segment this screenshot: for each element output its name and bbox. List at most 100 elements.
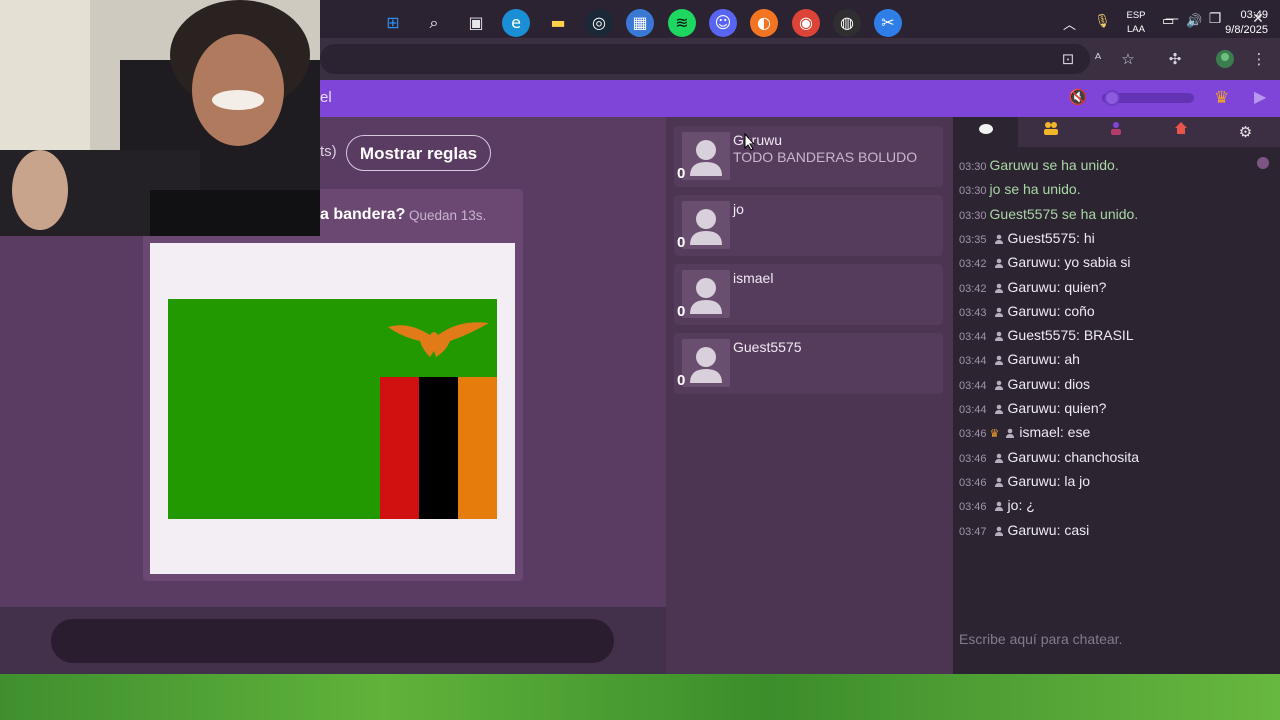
search-icon[interactable]: ⌕	[420, 9, 448, 37]
chat-system-text: jo se ha unido.	[989, 181, 1081, 198]
chat-username[interactable]: Garuwu	[1008, 522, 1057, 538]
chat-username[interactable]: jo	[1008, 497, 1019, 513]
snipping-tool-icon[interactable]: ✂	[874, 9, 902, 37]
player-card-jo[interactable]: 0 jo	[674, 195, 943, 256]
translate-icon[interactable]: ᴬ	[1087, 48, 1109, 70]
zambia-flag-image	[168, 299, 497, 519]
avatar	[682, 270, 730, 318]
language-code: ESP	[1126, 10, 1146, 21]
chat-username[interactable]: Garuwu	[1008, 254, 1057, 270]
user-icon	[990, 497, 1008, 513]
task-view-icon[interactable]: ▣	[462, 9, 490, 37]
user-silhouette-icon	[690, 209, 722, 245]
chat-system-text: Guest5575 se ha unido.	[989, 205, 1139, 222]
chat-text: la jo	[1064, 472, 1091, 489]
windows-start-icon[interactable]: ⊞	[379, 9, 407, 37]
chat-timestamp: 03:46	[959, 428, 987, 441]
spotify-icon[interactable]: ≋	[668, 9, 696, 37]
chat-username[interactable]: Garuwu	[1008, 351, 1057, 367]
profile-avatar	[1216, 50, 1234, 68]
volume-slider-handle[interactable]	[1103, 90, 1120, 106]
chat-timestamp: 03:35	[959, 233, 987, 246]
chat-text: ese	[1067, 424, 1091, 441]
chat-text: ah	[1064, 351, 1080, 368]
show-rules-button[interactable]: Mostrar reglas	[346, 135, 491, 171]
chat-tab[interactable]	[953, 117, 1018, 147]
user-icon	[990, 376, 1008, 392]
language-indicator[interactable]: ESP LAA	[1124, 9, 1148, 37]
crown-icon: ♛	[989, 428, 1000, 441]
chat-username[interactable]: Guest5575	[1008, 230, 1077, 246]
chat-timestamp: 03:44	[959, 404, 987, 416]
chat-username[interactable]: Garuwu	[1008, 449, 1057, 465]
player-name: ismael	[733, 270, 774, 286]
extensions-icon[interactable]: ✣	[1164, 48, 1186, 70]
group-icon	[1043, 122, 1058, 135]
microsoft-store-icon[interactable]: ▦	[626, 9, 654, 37]
player-card-garuwu[interactable]: 0 Garuwu TODO BANDERAS BOLUDO	[674, 126, 943, 187]
room-tab[interactable]	[1148, 117, 1213, 147]
chat-timestamp: 03:30	[959, 161, 987, 173]
user-icon	[990, 279, 1008, 295]
players-tab[interactable]	[1018, 117, 1083, 147]
chat-separator: :	[1076, 229, 1084, 246]
chat-separator: :	[1076, 327, 1084, 344]
chat-text: coño	[1064, 302, 1095, 319]
clock-time: 03:49	[1240, 9, 1268, 21]
user-icon	[990, 254, 1008, 270]
chat-message: 03:46 ♛ ismael: ese	[959, 424, 1090, 444]
network-icon[interactable]: ▭	[1162, 14, 1174, 29]
chat-message: 03:44 Garuwu: quien?	[959, 400, 1106, 420]
chat-username[interactable]: ismael	[1019, 424, 1059, 440]
chat-text: yo sabia si	[1064, 254, 1131, 271]
star-icon[interactable]: ☆	[1117, 48, 1139, 70]
edge-icon[interactable]: e	[502, 9, 530, 37]
chat-separator: :	[1059, 424, 1068, 441]
chat-input[interactable]	[953, 624, 1280, 654]
discord-icon[interactable]: ☺	[709, 9, 737, 37]
address-bar[interactable]	[320, 44, 1090, 74]
chrome-icon[interactable]: ◉	[792, 9, 820, 37]
timer-text: Quedan 13s.	[409, 208, 487, 223]
chat-username[interactable]: Garuwu	[1008, 400, 1057, 416]
user-icon	[990, 230, 1008, 246]
chat-message: 03:46 Garuwu: la jo	[959, 473, 1090, 493]
speaker-icon[interactable]: 🔊	[1186, 14, 1202, 29]
chat-timestamp: 03:30	[959, 209, 987, 222]
player-score: 0	[677, 165, 686, 182]
player-message: TODO BANDERAS BOLUDO	[733, 149, 918, 165]
player-card-ismael[interactable]: 0 ismael	[674, 264, 943, 325]
microphone-icon[interactable]: 🎙	[1094, 14, 1111, 29]
crown-icon[interactable]: ♛	[1214, 88, 1229, 108]
chat-username[interactable]: Garuwu	[1008, 303, 1057, 319]
chat-text: ¿	[1026, 497, 1035, 514]
user-icon	[990, 449, 1008, 465]
chat-username[interactable]: Garuwu	[1008, 279, 1057, 295]
chat-username[interactable]: Garuwu	[1008, 473, 1057, 489]
obs-icon[interactable]: ◍	[833, 9, 861, 37]
install-icon[interactable]: ⊡	[1057, 48, 1079, 70]
chat-username[interactable]: Guest5575	[1008, 327, 1077, 343]
mute-icon[interactable]: 🔇	[1068, 88, 1088, 108]
chat-text: BRASIL	[1083, 327, 1134, 344]
user-icon	[990, 473, 1008, 489]
answer-input[interactable]	[51, 619, 614, 663]
chat-text: chanchosita	[1064, 448, 1140, 465]
show-hidden-icons-icon[interactable]: ︿	[1063, 14, 1076, 33]
settings-tab[interactable]: ⚙	[1213, 117, 1278, 147]
chat-bubble-icon	[978, 124, 993, 134]
file-explorer-icon[interactable]: ▬	[544, 9, 572, 37]
menu-icon[interactable]: ⋮	[1248, 48, 1270, 70]
steam-icon[interactable]: ◎	[585, 9, 613, 37]
chat-scroll-indicator[interactable]	[1257, 157, 1269, 169]
player-card-guest5575[interactable]: 0 Guest5575	[674, 333, 943, 394]
flag-red-stripe	[380, 377, 419, 519]
crunchyroll-icon[interactable]: ◐	[750, 9, 778, 37]
play-icon[interactable]: ▶	[1254, 87, 1266, 106]
clock[interactable]: 03:49 9/8/2025	[1208, 8, 1268, 38]
profile-icon[interactable]	[1214, 48, 1236, 70]
user-tab[interactable]	[1083, 117, 1148, 147]
chat-timestamp: 03:46	[959, 476, 987, 489]
chat-username[interactable]: Garuwu	[1008, 376, 1057, 392]
taskbar	[0, 674, 1280, 720]
